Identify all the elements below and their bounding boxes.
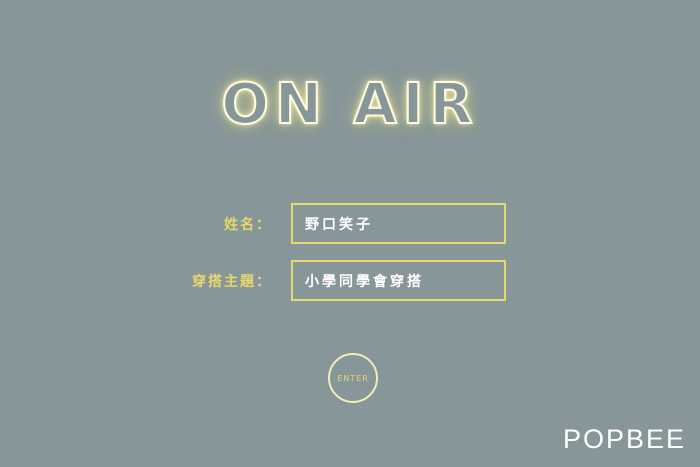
- name-value: 野口笑子: [305, 216, 373, 233]
- theme-label: 穿搭主題：: [192, 274, 272, 290]
- theme-value: 小學同學會穿搭: [305, 273, 424, 290]
- on-air-neon-title: ON AIR: [220, 71, 479, 138]
- name-field[interactable]: 野口笑子: [291, 203, 506, 244]
- enter-button[interactable]: ENTER: [328, 353, 378, 403]
- name-label: 姓名：: [224, 217, 272, 233]
- theme-field[interactable]: 小學同學會穿搭: [291, 260, 506, 301]
- popbee-logo: POPBEE: [562, 424, 686, 454]
- enter-button-label: ENTER: [337, 373, 369, 383]
